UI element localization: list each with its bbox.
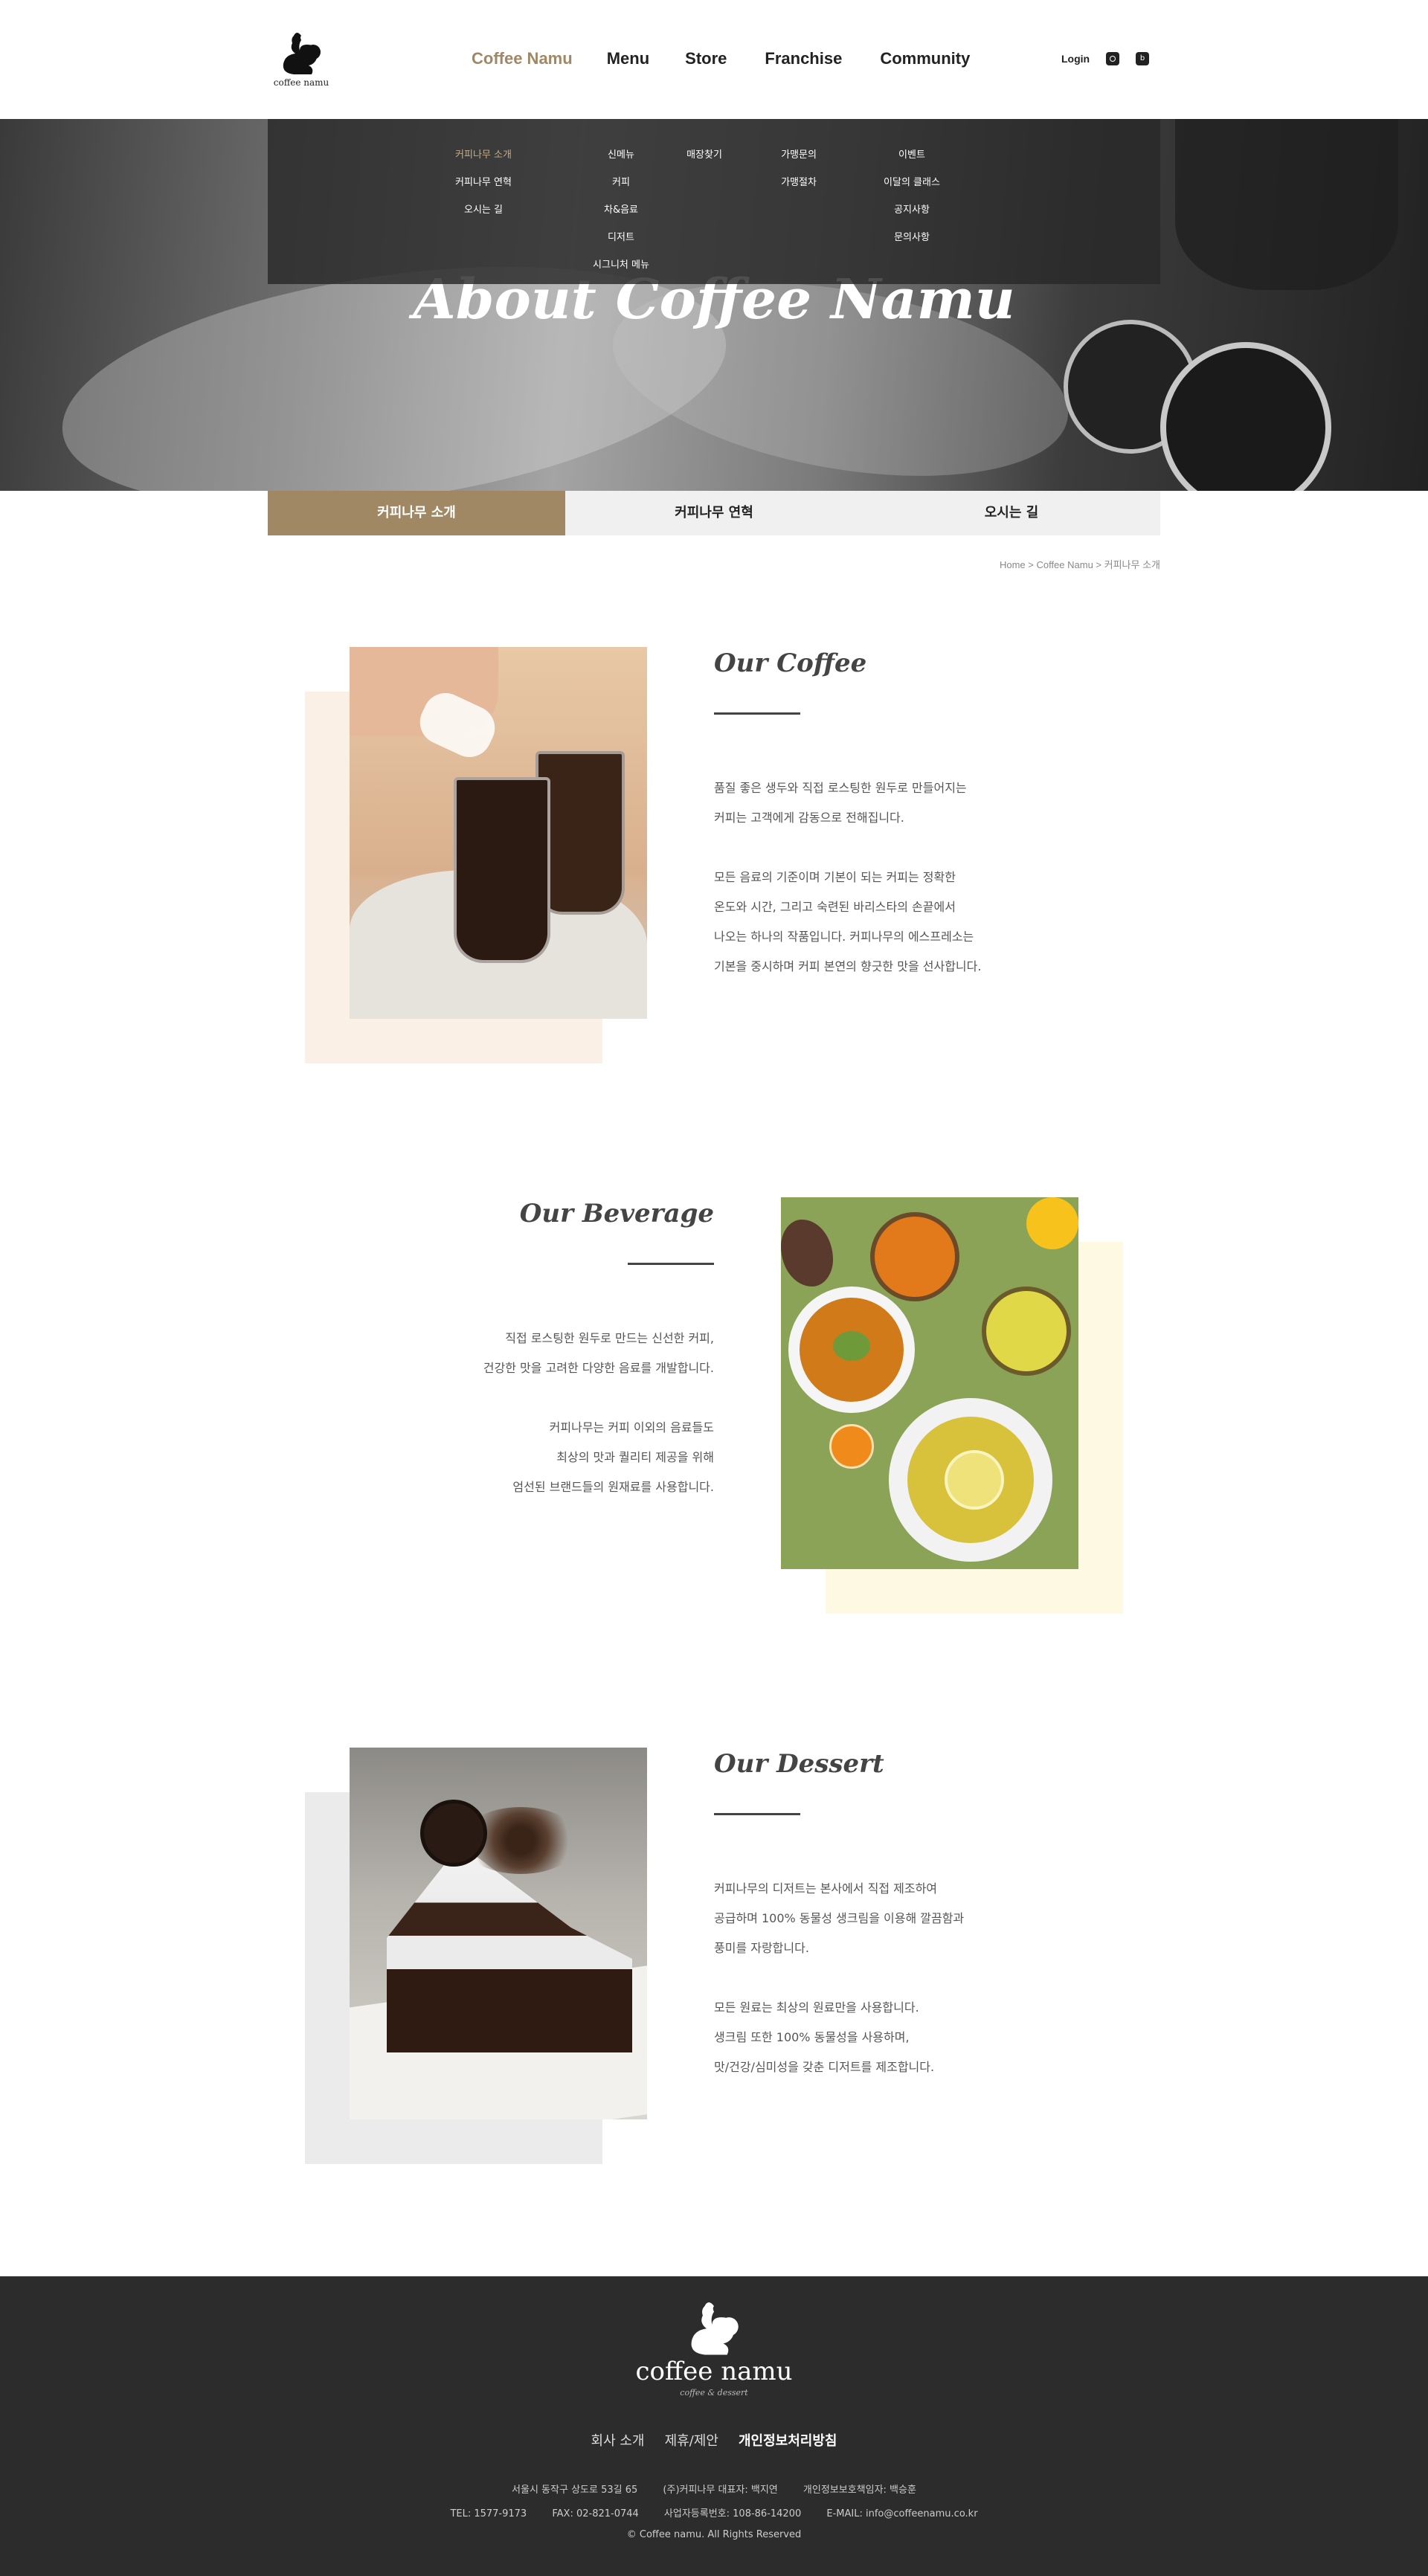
- beverage-image: [781, 1197, 1078, 1569]
- text-line: 생크림 또한 100% 동물성을 사용하며,: [714, 2030, 910, 2044]
- submenu-item[interactable]: 커피: [612, 169, 630, 196]
- site-footer: coffee namu coffee & dessert 회사 소개 제휴/제안…: [0, 2276, 1428, 2576]
- footer-contact-info: TEL: 1577-9173 FAX: 02-821-0744 사업자등록번호:…: [0, 2505, 1428, 2519]
- nav-store[interactable]: Store: [685, 49, 727, 68]
- text-line: 엄선된 브랜드들의 원재료를 사용합니다.: [512, 1480, 714, 1494]
- text-line: 모든 음료의 기준이며 기본이 되는 커피는 정확한: [714, 870, 956, 884]
- footer-copyright: © Coffee namu. All Rights Reserved: [626, 2529, 802, 2540]
- site-logo[interactable]: coffee namu: [271, 30, 331, 97]
- blog-icon[interactable]: [1136, 52, 1150, 65]
- text-line: 커피는 고객에게 감동으로 전해집니다.: [714, 811, 904, 825]
- section-description: 품질 좋은 생두와 직접 로스팅한 원두로 만들어지는 커피는 고객에게 감동으…: [714, 773, 981, 982]
- submenu-col-coffee-namu: 커피나무 소개 커피나무 연혁 오시는 길: [455, 141, 512, 224]
- text-line: 풍미를 자랑합니다.: [714, 1941, 809, 1955]
- footer-fax: FAX: 02-821-0744: [552, 2508, 639, 2519]
- squirrel-icon: [691, 2302, 739, 2355]
- footer-link-company[interactable]: 회사 소개: [591, 2433, 645, 2449]
- submenu-item[interactable]: 가맹문의: [781, 141, 817, 169]
- coffee-image: [350, 647, 647, 1019]
- dropdown-submenu: 커피나무 소개 커피나무 연혁 오시는 길 신메뉴 커피 차&음료 디저트 시그…: [268, 119, 1160, 284]
- footer-link-partnership[interactable]: 제휴/제안: [665, 2433, 718, 2449]
- logo-text: coffee namu: [273, 77, 329, 88]
- text-line: 직접 로스팅한 원두로 만드는 신선한 커피,: [505, 1331, 714, 1345]
- hero-machine-shape: [1175, 119, 1398, 290]
- footer-link-privacy[interactable]: 개인정보처리방침: [739, 2433, 837, 2449]
- footer-address: 서울시 동작구 상도로 53길 65: [512, 2485, 638, 2496]
- nav-menu[interactable]: Menu: [607, 49, 649, 68]
- text-line: 모든 원료는 최상의 원료만을 사용합니다.: [714, 2000, 919, 2015]
- footer-links: 회사 소개 제휴/제안 개인정보처리방침: [0, 2430, 1428, 2450]
- submenu-item[interactable]: 공지사항: [894, 196, 930, 224]
- footer-tel: TEL: 1577-9173: [450, 2508, 527, 2519]
- text-line: 최상의 맛과 퀄리티 제공을 위해: [556, 1450, 714, 1464]
- submenu-item[interactable]: 문의사항: [894, 224, 930, 251]
- footer-company-info: 서울시 동작구 상도로 53길 65 (주)커피나무 대표자: 백지연 개인정보…: [0, 2482, 1428, 2496]
- main-nav: Coffee Namu Menu Store Franchise Communi…: [472, 49, 970, 68]
- footer-email: E-MAIL: info@coffeenamu.co.kr: [826, 2508, 978, 2519]
- breadcrumb: Home > Coffee Namu > 커피나무 소개: [999, 559, 1160, 570]
- text-line: 커피나무는 커피 이외의 음료들도: [549, 1420, 714, 1434]
- section-title: Our Beverage: [519, 1199, 714, 1229]
- section-our-coffee: Our Coffee 품질 좋은 생두와 직접 로스팅한 원두로 만들어지는 커…: [0, 647, 1428, 1063]
- header-utility: Login: [1061, 52, 1150, 65]
- section-description: 직접 로스팅한 원두로 만드는 신선한 커피, 건강한 맛을 고려한 다양한 음…: [342, 1324, 714, 1502]
- text-line: 품질 좋은 생두와 직접 로스팅한 원두로 만들어지는: [714, 781, 967, 795]
- footer-brand: coffee namu: [635, 2357, 793, 2386]
- site-header: coffee namu Coffee Namu Menu Store Franc…: [0, 0, 1428, 119]
- tab-intro[interactable]: 커피나무 소개: [268, 491, 565, 535]
- footer-ceo: (주)커피나무 대표자: 백지연: [663, 2485, 778, 2496]
- submenu-col-franchise: 가맹문의 가맹절차: [781, 141, 817, 196]
- section-description: 커피나무의 디저트는 본사에서 직접 제조하여 공급하며 100% 동물성 생크…: [714, 1874, 964, 2082]
- submenu-col-community: 이벤트 이달의 클래스 공지사항 문의사항: [884, 141, 940, 251]
- nav-community[interactable]: Community: [880, 49, 970, 68]
- submenu-item[interactable]: 시그니처 메뉴: [593, 251, 649, 279]
- submenu-col-menu: 신메뉴 커피 차&음료 디저트 시그니처 메뉴: [593, 141, 649, 279]
- submenu-item[interactable]: 신메뉴: [608, 141, 634, 169]
- submenu-item[interactable]: 매장찾기: [686, 141, 722, 169]
- title-divider: [714, 712, 800, 715]
- section-our-beverage: Our Beverage 직접 로스팅한 원두로 만드는 신선한 커피, 건강한…: [0, 1197, 1428, 1614]
- submenu-item[interactable]: 가맹절차: [781, 169, 817, 196]
- dessert-image: [350, 1748, 647, 2119]
- instagram-icon[interactable]: [1106, 52, 1120, 65]
- tab-location[interactable]: 오시는 길: [863, 491, 1160, 535]
- submenu-item[interactable]: 커피나무 소개: [455, 141, 512, 169]
- text-line: 온도와 시간, 그리고 숙련된 바리스타의 손끝에서: [714, 900, 956, 914]
- text-line: 나오는 하나의 작품입니다. 커피나무의 에스프레소는: [714, 930, 974, 944]
- nav-franchise[interactable]: Franchise: [765, 49, 842, 68]
- submenu-item[interactable]: 오시는 길: [464, 196, 503, 224]
- footer-biz-no: 사업자등록번호: 108-86-14200: [663, 2508, 802, 2519]
- text-line: 맛/건강/심미성을 갖춘 디저트를 제조합니다.: [714, 2060, 935, 2074]
- footer-logo: coffee namu coffee & dessert: [0, 2299, 1428, 2398]
- title-divider: [628, 1263, 714, 1265]
- submenu-item[interactable]: 커피나무 연혁: [455, 169, 512, 196]
- text-line: 커피나무의 디저트는 본사에서 직접 제조하여: [714, 1881, 938, 1896]
- footer-tagline: coffee & dessert: [680, 2388, 748, 2398]
- submenu-item[interactable]: 이달의 클래스: [884, 169, 940, 196]
- footer-privacy-officer: 개인정보보호책임자: 백승훈: [803, 2485, 916, 2496]
- squirrel-icon: [283, 33, 321, 74]
- nav-coffee-namu[interactable]: Coffee Namu: [472, 49, 573, 68]
- login-link[interactable]: Login: [1061, 53, 1090, 65]
- submenu-col-store: 매장찾기: [686, 141, 722, 169]
- tab-history[interactable]: 커피나무 연혁: [565, 491, 863, 535]
- section-title: Our Coffee: [714, 648, 867, 678]
- title-divider: [714, 1813, 800, 1815]
- submenu-item[interactable]: 디저트: [608, 224, 634, 251]
- text-line: 기본을 중시하며 커피 본연의 향긋한 맛을 선사합니다.: [714, 959, 982, 973]
- section-our-dessert: Our Dessert 커피나무의 디저트는 본사에서 직접 제조하여 공급하며…: [0, 1748, 1428, 2164]
- text-line: 건강한 맛을 고려한 다양한 음료를 개발합니다.: [483, 1361, 714, 1375]
- submenu-item[interactable]: 차&음료: [604, 196, 638, 224]
- text-line: 공급하며 100% 동물성 생크림을 이용해 깔끔함과: [714, 1911, 965, 1925]
- sub-tabs: 커피나무 소개 커피나무 연혁 오시는 길: [268, 491, 1160, 535]
- submenu-item[interactable]: 이벤트: [898, 141, 925, 169]
- section-title: Our Dessert: [714, 1749, 884, 1779]
